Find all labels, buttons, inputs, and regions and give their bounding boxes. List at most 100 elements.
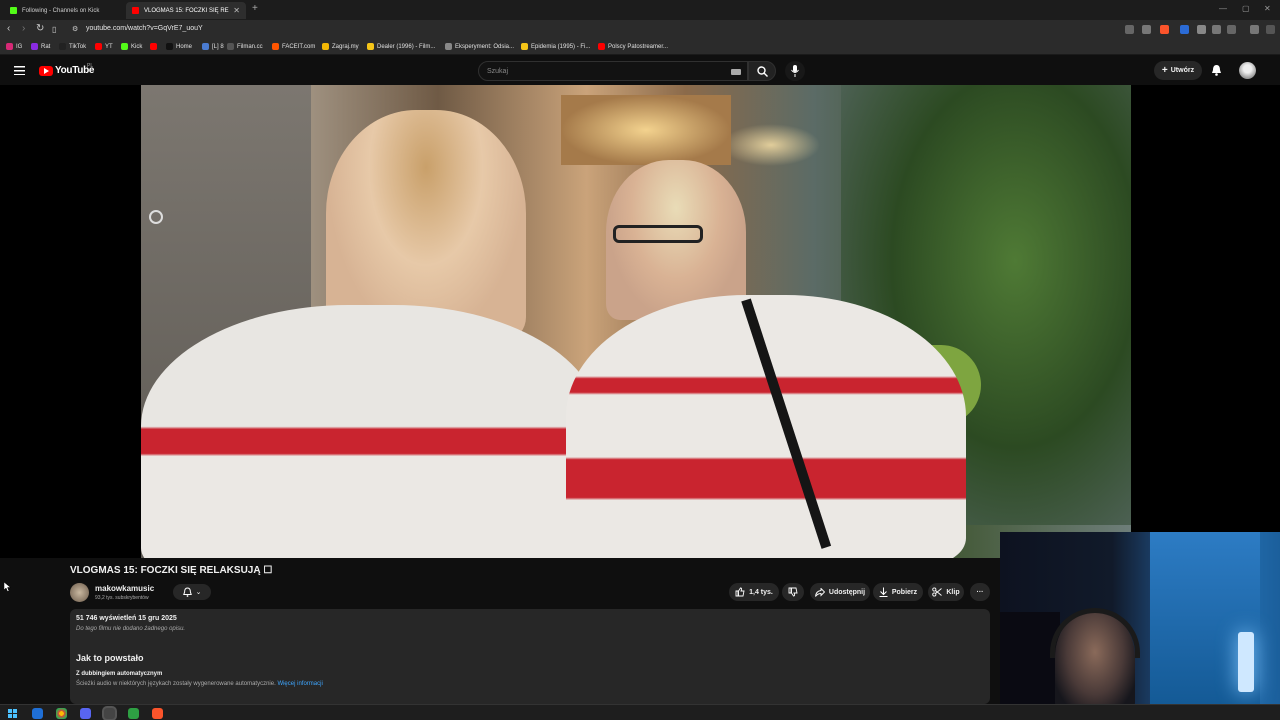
bookmark-favicon-icon — [6, 43, 13, 50]
bookmark-favicon-icon — [121, 43, 128, 50]
bookmark-favicon-icon — [166, 43, 173, 50]
bookmark-item[interactable]: Epidemia (1995) - Fi... — [521, 43, 590, 50]
obs-icon[interactable] — [104, 708, 115, 719]
bookmark-item[interactable]: FACEIT.com — [272, 43, 315, 50]
url-field[interactable]: youtube.com/watch?v=GqVrE7_uouY — [86, 25, 203, 32]
scissors-icon — [932, 587, 943, 597]
chevron-down-icon: ⌄ — [195, 589, 202, 596]
bookmark-favicon-icon — [150, 43, 157, 50]
new-tab-icon[interactable]: + — [252, 3, 258, 14]
close-icon[interactable]: ✕ — [233, 6, 240, 15]
dubbing-heading: Z dubbingiem automatycznym — [76, 671, 163, 677]
bookmark-item[interactable]: IG — [6, 43, 22, 50]
video-title: VLOGMAS 15: FOCZKI SIĘ RELAKSUJĄ ☐ — [70, 565, 273, 576]
share-icon — [814, 587, 825, 597]
like-button[interactable]: 1,4 tys. — [729, 583, 779, 601]
download-icon[interactable] — [1212, 25, 1221, 34]
video-ceiling-light — [561, 95, 731, 165]
bookmark-item[interactable]: YT — [95, 43, 113, 50]
thumb-down-icon — [788, 587, 798, 597]
bookmark-favicon-icon — [272, 43, 279, 50]
brave-shield-icon[interactable] — [1160, 25, 1169, 34]
webcam-overlay — [1000, 532, 1280, 704]
video-person-right-sweater — [566, 295, 966, 558]
bookmark-item[interactable]: Eksperyment: Odsia... — [445, 43, 514, 50]
kick-icon — [10, 7, 17, 14]
forward-icon[interactable]: › — [22, 23, 25, 34]
dislike-button[interactable] — [782, 583, 804, 601]
bookmark-label: [L] 8 — [212, 43, 224, 50]
youtube-logo-icon[interactable] — [39, 66, 53, 76]
maximize-icon[interactable]: ▢ — [1242, 4, 1250, 13]
bookmark-label: Rat — [41, 43, 51, 50]
youtube-icon — [132, 7, 139, 14]
share-page-icon[interactable] — [1142, 25, 1151, 34]
link-icon[interactable] — [1227, 25, 1236, 34]
bookmark-label: Home — [176, 43, 193, 50]
extension-icon[interactable] — [1180, 25, 1189, 34]
tab-label: Following - Channels on Kick — [22, 7, 100, 14]
hamburger-menu-icon[interactable] — [14, 66, 25, 75]
description-box[interactable]: 51 746 wyświetleń 15 gru 2025 Do tego fi… — [70, 609, 990, 704]
back-icon[interactable]: ‹ — [7, 23, 10, 34]
tab-youtube-video[interactable]: VLOGMAS 15: FOCZKI SIĘ RE ✕ — [126, 2, 246, 19]
bookmark-icon[interactable]: ▯ — [52, 25, 56, 34]
chrome-icon[interactable] — [56, 708, 67, 719]
share-button[interactable]: Udostępnij — [810, 583, 870, 601]
video-frame[interactable] — [141, 85, 1131, 558]
brave-icon[interactable] — [152, 708, 163, 719]
bookmark-label: Epidemia (1995) - Fi... — [531, 43, 591, 50]
more-info-link[interactable]: Więcej informacji — [277, 681, 322, 687]
webcam-light — [1238, 632, 1254, 692]
channel-avatar[interactable] — [70, 583, 89, 602]
channel-name[interactable]: makowkamusic — [95, 584, 154, 593]
minimize-icon[interactable]: — — [1219, 4, 1227, 13]
avatar[interactable] — [1239, 62, 1256, 79]
keyboard-icon[interactable] — [731, 69, 741, 75]
menu-icon[interactable] — [1266, 25, 1275, 34]
extension-icon[interactable] — [1197, 25, 1206, 34]
dubbing-note: Ścieżki audio w niektórych językach zost… — [76, 681, 323, 687]
voice-search-button[interactable] — [785, 61, 805, 81]
no-description-text: Do tego filmu nie dodano żadnego opisu. — [76, 626, 186, 632]
bookmark-item[interactable]: Kick — [121, 43, 142, 50]
bookmark-item[interactable]: [L] 8 — [202, 43, 224, 50]
subscriber-count: 93,2 tys. subskrybentów — [95, 595, 149, 601]
tab-kick-following[interactable]: Following - Channels on Kick — [4, 2, 122, 19]
site-settings-icon[interactable]: ⚙ — [72, 25, 78, 33]
bookmark-label: IG — [16, 43, 23, 50]
video-player[interactable] — [0, 85, 1280, 558]
microphone-icon — [791, 65, 799, 77]
bookmark-item[interactable]: Filman.cc — [227, 43, 263, 50]
taskbar-app-icon[interactable] — [32, 708, 43, 719]
bookmark-item[interactable]: Zagraj.my — [322, 43, 359, 50]
bell-icon[interactable] — [1211, 64, 1222, 76]
bookmark-item[interactable]: TikTok — [59, 43, 86, 50]
bookmark-item[interactable]: Rat — [31, 43, 50, 50]
more-actions-button[interactable]: ··· — [970, 583, 990, 601]
search-button[interactable] — [748, 61, 776, 81]
bookmark-label: Polscy Patostreamer... — [608, 43, 669, 50]
search-placeholder: Szukaj — [487, 68, 509, 75]
windows-start-icon[interactable] — [8, 709, 17, 718]
create-button[interactable]: + Utwórz — [1154, 61, 1202, 80]
bookmarks-bar: IG Rat TikTok YT Kick Home [L] 8 Filman.cc FACEI… — [0, 40, 1280, 55]
video-glasses — [613, 225, 703, 243]
extension-icon[interactable] — [1125, 25, 1134, 34]
close-window-icon[interactable]: ✕ — [1264, 4, 1271, 13]
clip-button[interactable]: Klip — [928, 583, 964, 601]
taskbar-app-icon[interactable] — [128, 708, 139, 719]
bookmark-item[interactable]: Home — [166, 43, 192, 50]
browser-tab-strip: Following - Channels on Kick VLOGMAS 15:… — [0, 0, 1280, 20]
plus-icon: + — [1161, 65, 1168, 76]
download-button[interactable]: Pobierz — [873, 583, 923, 601]
bookmark-item[interactable]: Polscy Patostreamer... — [598, 43, 668, 50]
search-input[interactable]: Szukaj — [478, 61, 748, 81]
subscription-bell-button[interactable]: ⌄ — [173, 584, 211, 600]
discord-icon[interactable] — [80, 708, 91, 719]
bookmark-label: FACEIT.com — [282, 43, 316, 50]
media-icon[interactable] — [1250, 25, 1259, 34]
bookmark-item[interactable]: Dealer (1996) - Film... — [367, 43, 435, 50]
reload-icon[interactable]: ↻ — [36, 23, 44, 34]
bookmark-item[interactable] — [150, 43, 160, 50]
